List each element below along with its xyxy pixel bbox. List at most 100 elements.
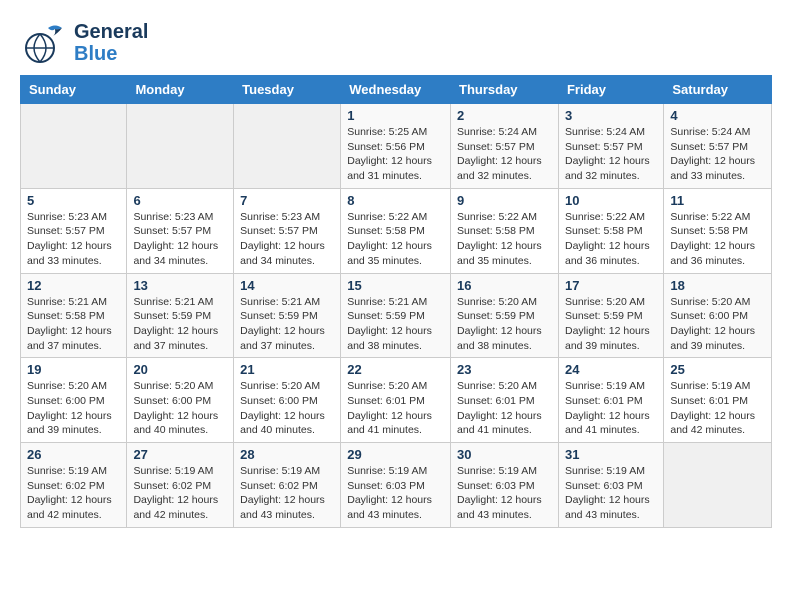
weekday-header: Monday — [127, 76, 234, 104]
day-info: Sunrise: 5:22 AMSunset: 5:58 PMDaylight:… — [457, 210, 552, 269]
day-info: Sunrise: 5:23 AMSunset: 5:57 PMDaylight:… — [240, 210, 334, 269]
day-info: Sunrise: 5:23 AMSunset: 5:57 PMDaylight:… — [133, 210, 227, 269]
day-number: 18 — [670, 278, 765, 293]
calendar-cell: 22 Sunrise: 5:20 AMSunset: 6:01 PMDayligh… — [341, 358, 451, 443]
logo-icon — [20, 20, 70, 65]
calendar-cell: 30 Sunrise: 5:19 AMSunset: 6:03 PMDayligh… — [451, 443, 559, 528]
day-info: Sunrise: 5:19 AMSunset: 6:01 PMDaylight:… — [670, 379, 765, 438]
calendar-cell: 17Sunrise: 5:20 AMSunset: 5:59 PMDayligh… — [558, 273, 663, 358]
calendar-week-row: 26 Sunrise: 5:19 AMSunset: 6:02 PMDayligh… — [21, 443, 772, 528]
day-number: 10 — [565, 193, 657, 208]
day-info: Sunrise: 5:20 AMSunset: 5:59 PMDaylight:… — [565, 295, 657, 354]
calendar-cell: 5Sunrise: 5:23 AMSunset: 5:57 PMDaylight… — [21, 188, 127, 273]
day-number: 9 — [457, 193, 552, 208]
calendar-cell: 14 Sunrise: 5:21 AMSunset: 5:59 PMDayligh… — [234, 273, 341, 358]
day-info: Sunrise: 5:19 AMSunset: 6:02 PMDaylight:… — [27, 464, 120, 523]
weekday-header: Thursday — [451, 76, 559, 104]
day-number: 13 — [133, 278, 227, 293]
calendar-week-row: 19 Sunrise: 5:20 AMSunset: 6:00 PMDayligh… — [21, 358, 772, 443]
day-info: Sunrise: 5:19 AMSunset: 6:02 PMDaylight:… — [133, 464, 227, 523]
calendar-cell: 3 Sunrise: 5:24 AMSunset: 5:57 PMDaylight… — [558, 104, 663, 189]
day-info: Sunrise: 5:19 AMSunset: 6:01 PMDaylight:… — [565, 379, 657, 438]
day-info: Sunrise: 5:19 AMSunset: 6:03 PMDaylight:… — [457, 464, 552, 523]
calendar-cell: 18Sunrise: 5:20 AMSunset: 6:00 PMDayligh… — [664, 273, 772, 358]
day-number: 28 — [240, 447, 334, 462]
calendar-body: 1 Sunrise: 5:25 AMSunset: 5:56 PMDaylight… — [21, 104, 772, 528]
day-info: Sunrise: 5:22 AMSunset: 5:58 PMDaylight:… — [670, 210, 765, 269]
day-number: 31 — [565, 447, 657, 462]
calendar-cell: 2 Sunrise: 5:24 AMSunset: 5:57 PMDaylight… — [451, 104, 559, 189]
logo: General Blue — [20, 20, 148, 65]
calendar-cell: 10Sunrise: 5:22 AMSunset: 5:58 PMDayligh… — [558, 188, 663, 273]
calendar-cell: 28 Sunrise: 5:19 AMSunset: 6:02 PMDayligh… — [234, 443, 341, 528]
day-number: 20 — [133, 362, 227, 377]
calendar-cell: 29Sunrise: 5:19 AMSunset: 6:03 PMDayligh… — [341, 443, 451, 528]
calendar-week-row: 5 Sunrise: 5:23 AMSunset: 5:57 PMDaylight… — [21, 188, 772, 273]
day-info: Sunrise: 5:25 AMSunset: 5:56 PMDaylight:… — [347, 125, 444, 184]
day-info: Sunrise: 5:20 AMSunset: 5:59 PMDaylight:… — [457, 295, 552, 354]
day-number: 29 — [347, 447, 444, 462]
logo-blue: Blue — [74, 43, 148, 65]
day-info: Sunrise: 5:19 AMSunset: 6:03 PMDaylight:… — [565, 464, 657, 523]
calendar-cell: 19 Sunrise: 5:20 AMSunset: 6:00 PMDayligh… — [21, 358, 127, 443]
day-info: Sunrise: 5:21 AMSunset: 5:59 PMDaylight:… — [347, 295, 444, 354]
calendar-cell: 4Sunrise: 5:24 AMSunset: 5:57 PMDaylight… — [664, 104, 772, 189]
day-info: Sunrise: 5:19 AMSunset: 6:02 PMDaylight:… — [240, 464, 334, 523]
calendar-cell — [664, 443, 772, 528]
day-info: Sunrise: 5:24 AMSunset: 5:57 PMDaylight:… — [457, 125, 552, 184]
day-number: 6 — [133, 193, 227, 208]
day-info: Sunrise: 5:21 AMSunset: 5:59 PMDaylight:… — [240, 295, 334, 354]
day-number: 1 — [347, 108, 444, 123]
day-number: 2 — [457, 108, 552, 123]
weekday-header: Wednesday — [341, 76, 451, 104]
day-info: Sunrise: 5:20 AMSunset: 6:00 PMDaylight:… — [133, 379, 227, 438]
calendar-cell: 12Sunrise: 5:21 AMSunset: 5:58 PMDayligh… — [21, 273, 127, 358]
day-info: Sunrise: 5:20 AMSunset: 6:01 PMDaylight:… — [347, 379, 444, 438]
calendar-cell: 15 Sunrise: 5:21 AMSunset: 5:59 PMDayligh… — [341, 273, 451, 358]
logo-general: General — [74, 21, 148, 43]
calendar-cell — [234, 104, 341, 189]
calendar-table: SundayMondayTuesdayWednesdayThursdayFrid… — [20, 75, 772, 528]
calendar-cell: 31 Sunrise: 5:19 AMSunset: 6:03 PMDayligh… — [558, 443, 663, 528]
calendar-cell — [21, 104, 127, 189]
calendar-cell: 7 Sunrise: 5:23 AMSunset: 5:57 PMDaylight… — [234, 188, 341, 273]
calendar-cell: 26 Sunrise: 5:19 AMSunset: 6:02 PMDayligh… — [21, 443, 127, 528]
day-info: Sunrise: 5:20 AMSunset: 6:00 PMDaylight:… — [27, 379, 120, 438]
calendar-cell: 23 Sunrise: 5:20 AMSunset: 6:01 PMDayligh… — [451, 358, 559, 443]
calendar-cell: 24 Sunrise: 5:19 AMSunset: 6:01 PMDayligh… — [558, 358, 663, 443]
calendar-cell — [127, 104, 234, 189]
day-info: Sunrise: 5:21 AMSunset: 5:58 PMDaylight:… — [27, 295, 120, 354]
calendar-cell: 16 Sunrise: 5:20 AMSunset: 5:59 PMDayligh… — [451, 273, 559, 358]
day-info: Sunrise: 5:20 AMSunset: 6:00 PMDaylight:… — [240, 379, 334, 438]
day-number: 11 — [670, 193, 765, 208]
calendar-cell: 1 Sunrise: 5:25 AMSunset: 5:56 PMDaylight… — [341, 104, 451, 189]
weekday-header: Saturday — [664, 76, 772, 104]
day-number: 16 — [457, 278, 552, 293]
calendar-cell: 20 Sunrise: 5:20 AMSunset: 6:00 PMDayligh… — [127, 358, 234, 443]
day-number: 7 — [240, 193, 334, 208]
day-number: 3 — [565, 108, 657, 123]
day-number: 14 — [240, 278, 334, 293]
day-number: 19 — [27, 362, 120, 377]
calendar-cell: 21 Sunrise: 5:20 AMSunset: 6:00 PMDayligh… — [234, 358, 341, 443]
day-number: 24 — [565, 362, 657, 377]
day-number: 4 — [670, 108, 765, 123]
day-number: 30 — [457, 447, 552, 462]
calendar-cell: 25Sunrise: 5:19 AMSunset: 6:01 PMDayligh… — [664, 358, 772, 443]
day-number: 21 — [240, 362, 334, 377]
weekday-header: Tuesday — [234, 76, 341, 104]
day-number: 5 — [27, 193, 120, 208]
day-number: 22 — [347, 362, 444, 377]
day-number: 26 — [27, 447, 120, 462]
day-info: Sunrise: 5:22 AMSunset: 5:58 PMDaylight:… — [347, 210, 444, 269]
calendar-cell: 6 Sunrise: 5:23 AMSunset: 5:57 PMDaylight… — [127, 188, 234, 273]
calendar-cell: 13Sunrise: 5:21 AMSunset: 5:59 PMDayligh… — [127, 273, 234, 358]
page-header: General Blue — [20, 20, 772, 65]
day-info: Sunrise: 5:24 AMSunset: 5:57 PMDaylight:… — [565, 125, 657, 184]
day-number: 15 — [347, 278, 444, 293]
day-number: 27 — [133, 447, 227, 462]
weekday-row: SundayMondayTuesdayWednesdayThursdayFrid… — [21, 76, 772, 104]
calendar-cell: 11 Sunrise: 5:22 AMSunset: 5:58 PMDayligh… — [664, 188, 772, 273]
day-number: 23 — [457, 362, 552, 377]
day-info: Sunrise: 5:20 AMSunset: 6:01 PMDaylight:… — [457, 379, 552, 438]
